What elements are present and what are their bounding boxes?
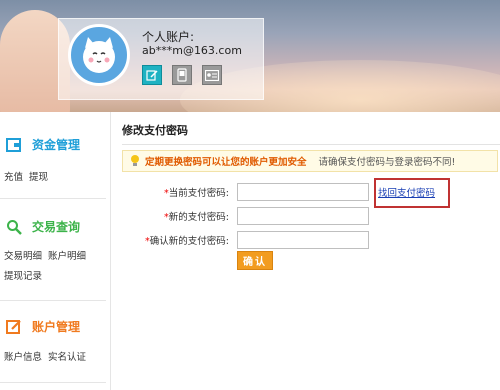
sidebar-main-divider: [110, 112, 111, 390]
current-password-input[interactable]: [237, 183, 369, 201]
cat-avatar-icon: [83, 37, 115, 73]
avatar[interactable]: [68, 24, 130, 86]
sidebar-divider: [0, 300, 106, 301]
sidebar-link-real-name[interactable]: 实名认证: [48, 352, 86, 363]
phone-icon: [177, 68, 187, 82]
phone-button[interactable]: [172, 65, 192, 85]
account-email: ab***m@163.com: [142, 44, 242, 57]
confirm-button[interactable]: 确认: [237, 251, 273, 270]
sidebar-link-withdraw[interactable]: 提现: [29, 172, 48, 183]
sidebar-link-account-detail[interactable]: 账户明细: [48, 251, 86, 262]
sidebar-section-transactions[interactable]: 交易查询: [6, 218, 80, 235]
search-icon: [7, 219, 22, 235]
sidebar-section-title: 资金管理: [32, 138, 81, 152]
sidebar-section-title: 交易查询: [32, 220, 81, 234]
sidebar-section-account[interactable]: 账户管理: [6, 318, 80, 335]
sidebar-divider: [0, 382, 106, 383]
sidebar-link-withdraw-record[interactable]: 提现记录: [4, 271, 42, 282]
notice-bar: 定期更换密码可以让您的账户更加安全 请确保支付密码与登录密码不同!: [122, 150, 498, 172]
sidebar-links-funds: 充值 提现: [4, 168, 54, 188]
new-password-label: *新的支付密码:: [164, 212, 229, 223]
sidebar-section-title: 账户管理: [32, 320, 81, 334]
main-content: 修改支付密码 定期更换密码可以让您的账户更加安全 请确保支付密码与登录密码不同!…: [112, 112, 500, 390]
id-card-button[interactable]: [202, 65, 222, 85]
wallet-icon: [6, 137, 21, 152]
sidebar-links-account: 账户信息 实名认证: [4, 348, 92, 368]
edit-icon: [6, 319, 21, 334]
sidebar: 资金管理 充值 提现 交易查询 交易明细 账户明细 提现记录 账户管理 账户信息 实名…: [0, 112, 108, 390]
confirm-password-input[interactable]: [237, 231, 369, 249]
new-password-input[interactable]: [237, 207, 369, 225]
title-divider: [122, 144, 500, 145]
sidebar-divider: [0, 198, 106, 199]
notice-warning: 定期更换密码可以让您的账户更加安全: [145, 157, 307, 168]
edit-profile-button[interactable]: [142, 65, 162, 85]
edit-icon: [146, 70, 158, 81]
recover-password-link[interactable]: 找回支付密码: [378, 185, 435, 199]
notice-info: 请确保支付密码与登录密码不同!: [318, 157, 456, 168]
id-card-icon: [205, 69, 219, 81]
sidebar-link-account-info[interactable]: 账户信息: [4, 352, 42, 363]
account-label: 个人账户:: [142, 30, 195, 44]
lightbulb-icon: [131, 155, 139, 166]
page-title: 修改支付密码: [122, 124, 188, 137]
sidebar-section-funds[interactable]: 资金管理: [6, 136, 80, 153]
confirm-password-label: *确认新的支付密码:: [145, 236, 229, 247]
current-password-label: *当前支付密码:: [164, 188, 229, 199]
sidebar-links-transactions: 交易明细 账户明细 提现记录: [4, 247, 108, 287]
sidebar-link-transaction-detail[interactable]: 交易明细: [4, 251, 42, 262]
sidebar-link-recharge[interactable]: 充值: [4, 172, 23, 183]
